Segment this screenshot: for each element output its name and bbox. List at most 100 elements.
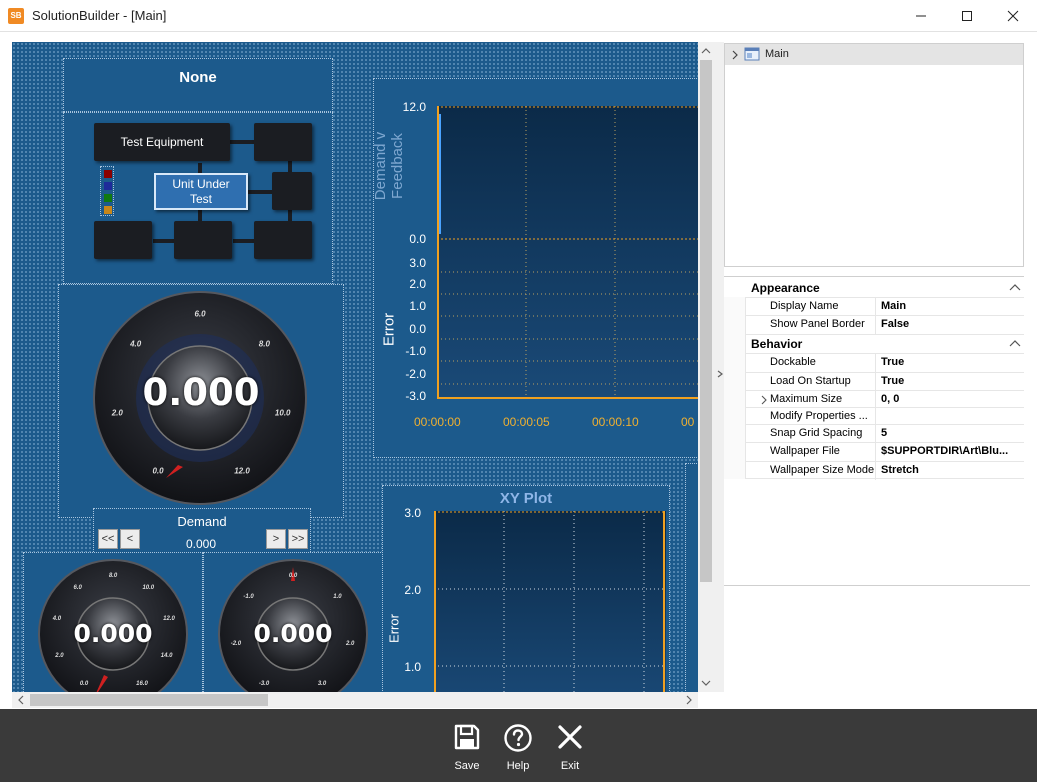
horizontal-scroll-thumb[interactable]	[30, 694, 268, 706]
trend-lower-tick: 0.0	[409, 322, 426, 336]
tree-view[interactable]: Main	[724, 43, 1024, 267]
exit-button[interactable]: Exit	[550, 723, 590, 779]
save-icon	[454, 724, 480, 750]
gauge-tick-label: 2.0	[55, 653, 64, 660]
none-panel[interactable]: None	[63, 58, 333, 112]
property-grid-left-gutter	[724, 297, 746, 479]
collapse-chevron-icon[interactable]	[1009, 283, 1021, 293]
none-panel-title: None	[179, 69, 217, 86]
equipment-box[interactable]	[254, 221, 312, 259]
property-name: Load On Startup	[746, 373, 876, 391]
property-name: Display Name	[746, 298, 876, 316]
close-icon	[1007, 10, 1019, 21]
property-row-display-name[interactable]: Display Name Main	[746, 297, 1024, 316]
property-value[interactable]: True	[877, 354, 1024, 372]
property-value[interactable]: Main	[877, 298, 1024, 316]
diagram-panel[interactable]: Test Equipment Unit Under Test	[63, 112, 333, 284]
trend-chart-panel[interactable]: Demand v Feedback Error 12.0 0.0 3.0 2.0…	[372, 78, 698, 458]
property-grid[interactable]: Appearance Display Name Main Show Panel …	[724, 276, 1024, 576]
trend-lower-tick: -1.0	[405, 344, 426, 358]
vertical-scroll-thumb[interactable]	[700, 60, 712, 582]
equipment-box[interactable]	[94, 221, 152, 259]
property-name: Wallpaper File	[746, 443, 876, 461]
property-row-show-panel-border[interactable]: Show Panel Border False	[746, 315, 1024, 334]
property-row-wallpaper-file[interactable]: Wallpaper File $SUPPORTDIR\Art\Blu...	[746, 442, 1024, 461]
test-equipment-box[interactable]: Test Equipment	[94, 123, 230, 161]
gauge-tick-label: -1.0	[243, 593, 254, 600]
maximize-button[interactable]	[944, 0, 990, 31]
demand-step-up-large-button[interactable]: >>	[288, 529, 308, 549]
demand-step-down-large-button[interactable]: <<	[98, 529, 118, 549]
designer-horizontal-scrollbar[interactable]	[12, 692, 698, 708]
panel-splitter[interactable]	[714, 42, 724, 692]
property-value[interactable]: 5	[877, 425, 1024, 443]
trend-chart-grid	[437, 106, 698, 399]
designer-vertical-scrollbar[interactable]	[698, 42, 714, 692]
property-row-modify-properties[interactable]: Modify Properties ...	[746, 407, 1024, 426]
diagram-wire	[248, 190, 272, 194]
window-title: SolutionBuilder - [Main]	[32, 8, 167, 23]
property-row-snap-grid-spacing[interactable]: Snap Grid Spacing 5	[746, 424, 1024, 443]
property-value[interactable]: Stretch	[877, 462, 1024, 480]
property-name: Dockable	[746, 354, 876, 372]
property-row-wallpaper-size-mode[interactable]: Wallpaper Size Mode Stretch	[746, 461, 1024, 480]
xy-plot-grid	[434, 511, 666, 692]
save-button[interactable]: Save	[447, 723, 487, 779]
gauge-tick-label: 8.0	[108, 573, 118, 579]
property-row-maximum-size[interactable]: Maximum Size 0, 0	[746, 390, 1024, 409]
gauge-tick-label: 16.0	[136, 681, 148, 688]
unit-under-test-box[interactable]: Unit Under Test	[154, 173, 248, 210]
scroll-left-icon	[18, 695, 24, 705]
demand-step-up-button[interactable]: >	[266, 529, 286, 549]
property-name: Snap Grid Spacing	[746, 425, 876, 443]
gauge3-panel[interactable]: -3.0 -2.0 -1.0 0.0 1.0 2.0 3.0 0.000	[203, 552, 383, 692]
minimize-button[interactable]	[898, 0, 944, 31]
demand-value: 0.000	[185, 537, 217, 551]
property-row-load-on-startup[interactable]: Load On Startup True	[746, 372, 1024, 391]
app-window: SB SolutionBuilder - [Main] None Test Eq…	[0, 0, 1037, 782]
property-grid-divider	[724, 585, 1030, 586]
offscreen-panel[interactable]	[685, 463, 698, 692]
help-button[interactable]: Help	[498, 723, 538, 779]
gauge3-value: 0.000	[253, 619, 333, 648]
status-indicator-strip	[100, 166, 114, 216]
main-gauge-panel[interactable]: 0.0 2.0 4.0 6.0 8.0 10.0 12.0 0.000	[58, 284, 344, 518]
category-behavior[interactable]: Behavior	[724, 334, 1024, 352]
trend-lower-tick: 2.0	[409, 277, 426, 291]
demand-step-down-button[interactable]: <	[120, 529, 140, 549]
test-equipment-label: Test Equipment	[120, 135, 204, 149]
xy-plot-ylabel: Error	[386, 614, 402, 643]
gauge-tick-label: 10.0	[142, 584, 155, 591]
property-row-dockable[interactable]: Dockable True	[746, 353, 1024, 372]
help-label: Help	[506, 760, 530, 772]
demand-control[interactable]: Demand << < 0.000 > >>	[93, 508, 311, 558]
status-light-green	[104, 194, 112, 202]
expand-chevron-icon[interactable]	[730, 50, 740, 60]
maximize-icon	[962, 10, 972, 21]
gauge-tick-label: 1.0	[333, 593, 342, 600]
bottom-toolbar: Save Help Exit	[0, 709, 1037, 782]
tree-item-main[interactable]: Main	[725, 44, 1023, 65]
status-light-blue	[104, 182, 112, 190]
category-appearance-label: Appearance	[751, 281, 820, 295]
collapse-chevron-icon[interactable]	[1009, 339, 1021, 349]
gauge-tick-label: 3.0	[317, 681, 327, 688]
designer-canvas[interactable]: None Test Equipment Unit Under Test 0.0 …	[12, 42, 698, 692]
gauge-tick-label: 0.0	[288, 573, 298, 579]
trend-upper-ylabel: Demand v Feedback	[372, 131, 406, 201]
gauge2-panel[interactable]: 0.0 2.0 4.0 6.0 8.0 10.0 12.0 14.0 16.0 0.000	[23, 552, 203, 692]
equipment-box[interactable]	[174, 221, 232, 259]
equipment-box[interactable]	[272, 172, 312, 210]
equipment-box[interactable]	[254, 123, 312, 161]
status-light-red	[104, 170, 112, 178]
property-value[interactable]: True	[877, 373, 1024, 391]
xy-plot-title: XY Plot	[499, 490, 553, 507]
close-window-button[interactable]	[990, 0, 1036, 31]
category-appearance[interactable]: Appearance	[724, 279, 1024, 297]
property-value[interactable]: False	[877, 316, 1024, 334]
app-logo-icon: SB	[8, 8, 24, 24]
xy-plot-panel[interactable]: XY Plot Error 3.0 2.0 1.0	[382, 485, 670, 692]
property-value[interactable]: $SUPPORTDIR\Art\Blu...	[877, 443, 1024, 461]
trend-lower-tick: 1.0	[409, 299, 426, 313]
trend-x-tick: 00:00:05	[503, 415, 550, 429]
